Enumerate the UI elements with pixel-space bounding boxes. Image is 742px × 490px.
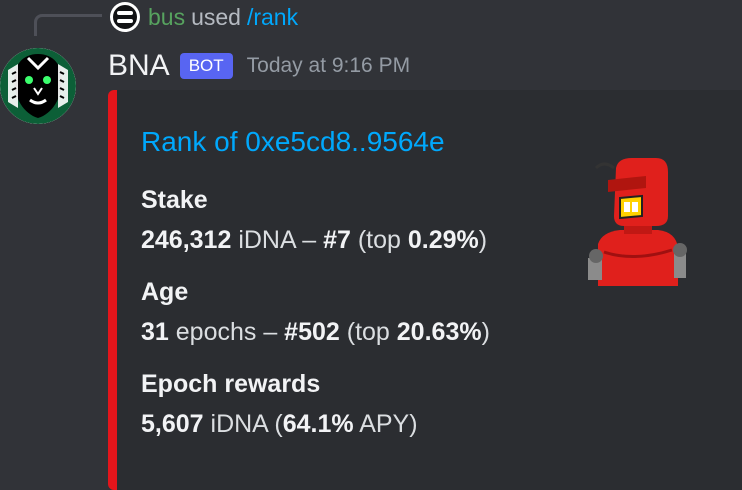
red-robot-icon[interactable]	[584, 156, 688, 286]
embed-title[interactable]: Rank of 0xe5cd8..9564e	[141, 126, 445, 158]
bot-avatar[interactable]	[0, 48, 76, 124]
rewards-field-name: Epoch rewards	[141, 370, 321, 398]
age-amount: 31	[141, 318, 169, 346]
rewards-field-value: 5,607 iDNA (64.1% APY)	[141, 410, 418, 439]
stake-amount: 246,312	[141, 226, 232, 254]
age-top-suffix: )	[481, 318, 490, 346]
age-rank: #502	[284, 318, 340, 346]
bot-username[interactable]: BNA	[108, 49, 170, 83]
reply-connector	[34, 14, 102, 36]
rewards-unit: iDNA (	[203, 410, 283, 438]
age-unit: epochs –	[168, 318, 285, 346]
stake-top-prefix: (top	[350, 226, 408, 254]
stake-unit: iDNA –	[231, 226, 324, 254]
stake-rank: #7	[323, 226, 351, 254]
stake-top-suffix: )	[478, 226, 488, 254]
rewards-apy: 64.1%	[282, 410, 354, 438]
masked-face-icon	[0, 48, 76, 124]
embed-accent-bar	[108, 90, 117, 490]
age-top-value: 20.63%	[396, 318, 482, 346]
reply-text: used	[191, 3, 241, 30]
reply-command[interactable]: /rank	[247, 4, 298, 31]
reply-context[interactable]: bus used /rank	[110, 2, 298, 32]
stake-top-value: 0.29%	[407, 226, 479, 254]
stake-field-name: Stake	[141, 186, 208, 214]
rewards-apy-suffix: APY)	[353, 410, 418, 438]
age-top-prefix: (top	[339, 318, 397, 346]
message-timestamp[interactable]: Today at 9:16 PM	[247, 54, 410, 78]
age-field-name: Age	[141, 278, 189, 306]
rank-embed: Rank of 0xe5cd8..9564e Stake 246,312 iDN…	[108, 90, 742, 490]
message-header: BNA BOT Today at 9:16 PM	[108, 46, 410, 86]
reply-user-avatar[interactable]	[110, 2, 140, 32]
bot-tag-badge: BOT	[179, 53, 233, 79]
age-field-value: 31 epochs – #502 (top 20.63%)	[141, 318, 490, 347]
rewards-amount: 5,607	[141, 410, 204, 438]
stake-field-value: 246,312 iDNA – #7 (top 0.29%)	[141, 226, 487, 255]
reply-username[interactable]: bus	[148, 4, 185, 31]
